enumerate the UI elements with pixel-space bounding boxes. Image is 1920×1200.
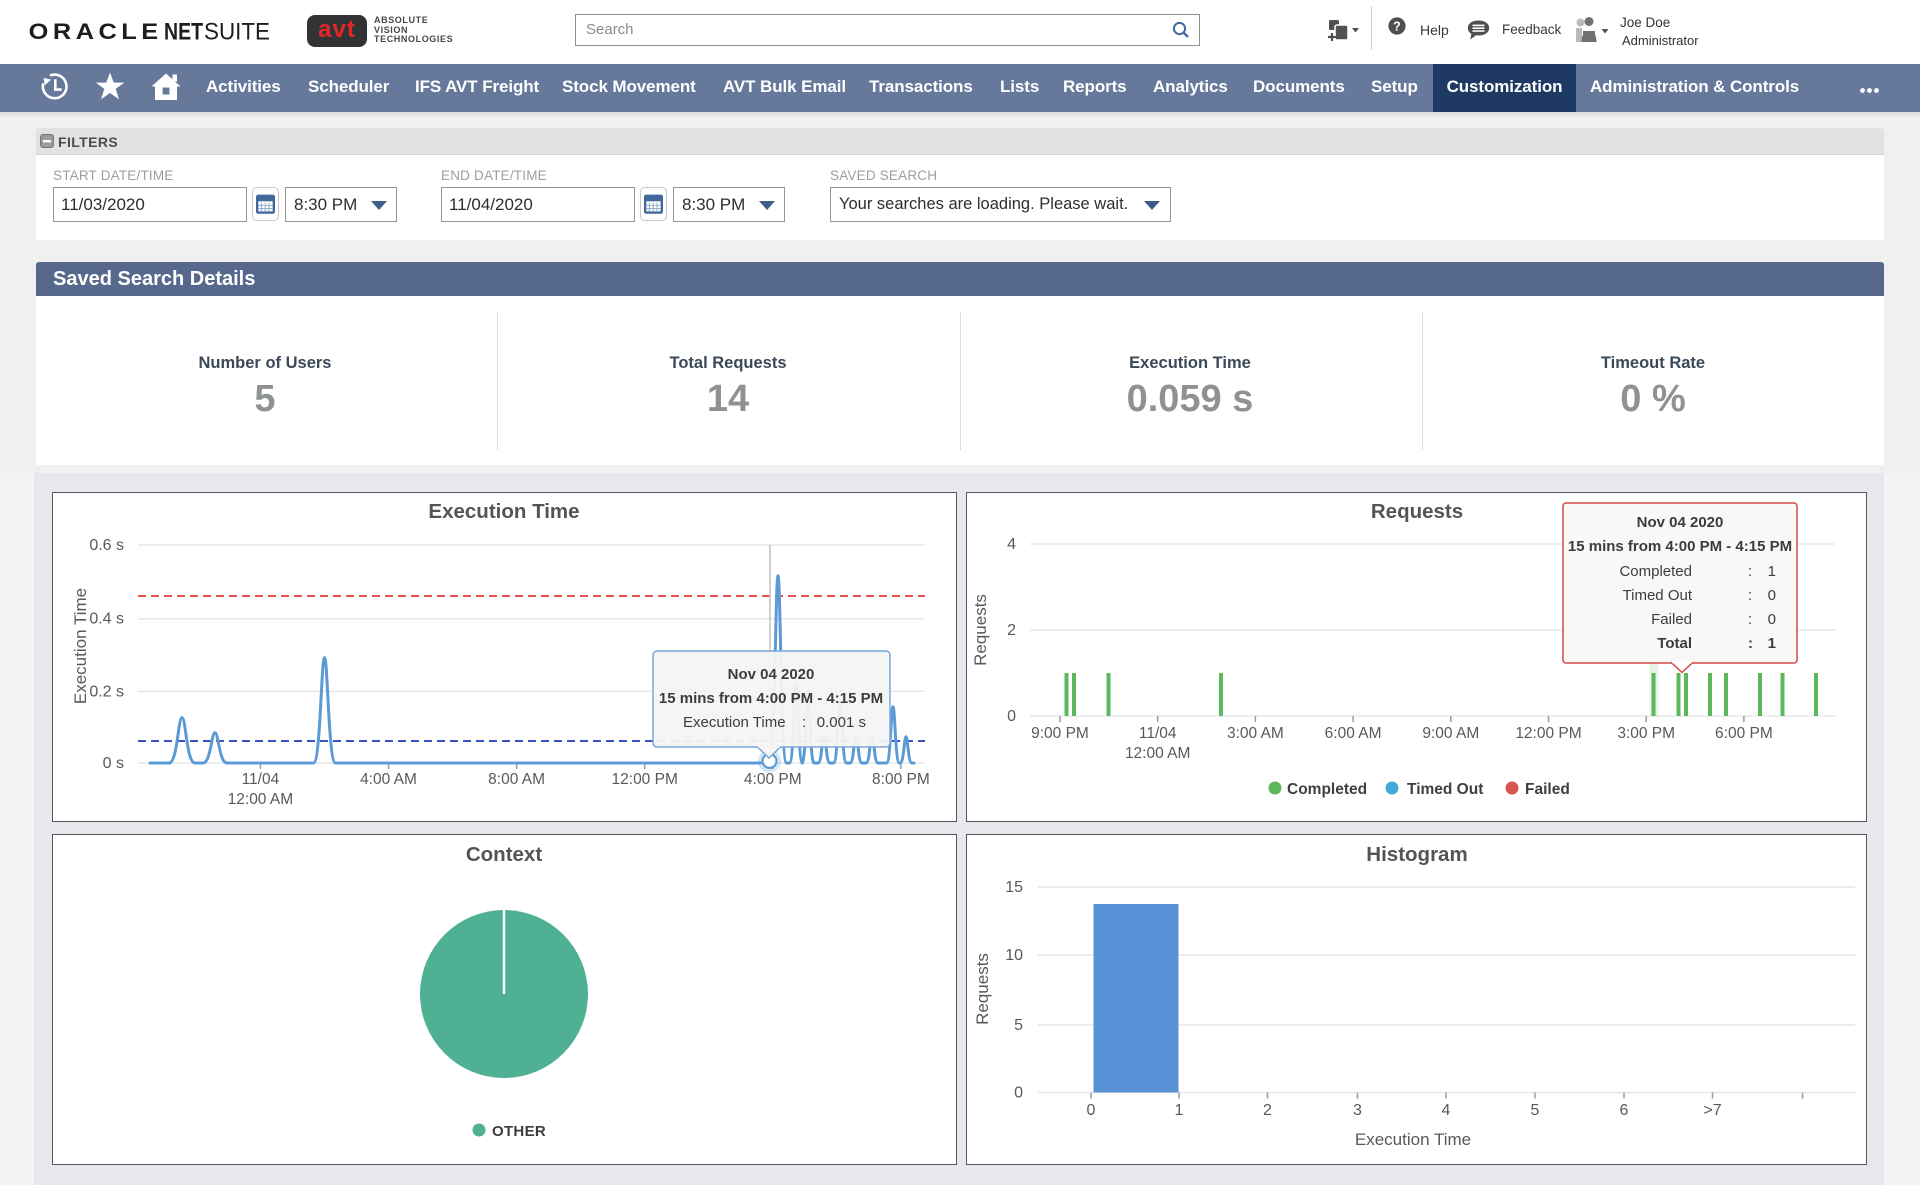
svg-text:11/04: 11/04 bbox=[1139, 725, 1177, 742]
svg-text:5: 5 bbox=[1014, 1017, 1023, 1034]
svg-text:0.6 s: 0.6 s bbox=[89, 537, 124, 554]
svg-text:3:00 AM: 3:00 AM bbox=[1227, 725, 1284, 742]
svg-text:Context: Context bbox=[466, 843, 542, 866]
svg-text::: : bbox=[1748, 611, 1752, 628]
svg-text:3: 3 bbox=[1353, 1102, 1362, 1119]
svg-text:0.001 s: 0.001 s bbox=[817, 714, 866, 731]
svg-text:0.2 s: 0.2 s bbox=[89, 683, 124, 700]
svg-text:15: 15 bbox=[1005, 879, 1023, 896]
svg-text:11/04: 11/04 bbox=[242, 771, 280, 788]
svg-text:1: 1 bbox=[1175, 1102, 1184, 1119]
svg-text:Failed: Failed bbox=[1525, 781, 1570, 798]
svg-text:>7: >7 bbox=[1703, 1102, 1721, 1119]
svg-text:5: 5 bbox=[1531, 1102, 1540, 1119]
svg-text:0: 0 bbox=[1087, 1102, 1096, 1119]
svg-text:OTHER: OTHER bbox=[492, 1123, 546, 1140]
svg-text:Nov 04 2020: Nov 04 2020 bbox=[728, 666, 815, 683]
svg-text:SUITE: SUITE bbox=[204, 18, 270, 45]
svg-text:Completed: Completed bbox=[1287, 781, 1367, 798]
svg-text::: : bbox=[1748, 563, 1752, 580]
svg-text:0 s: 0 s bbox=[103, 755, 124, 772]
svg-text:NET: NET bbox=[164, 18, 203, 45]
svg-text:6: 6 bbox=[1620, 1102, 1629, 1119]
svg-text:4:00 AM: 4:00 AM bbox=[360, 771, 417, 788]
svg-text:Execution Time: Execution Time bbox=[1355, 1130, 1471, 1149]
svg-text:Failed: Failed bbox=[1651, 611, 1692, 628]
svg-text:15 mins from 4:00 PM - 4:15 PM: 15 mins from 4:00 PM - 4:15 PM bbox=[659, 690, 883, 707]
svg-text:Histogram: Histogram bbox=[1366, 843, 1467, 866]
svg-text:0.4 s: 0.4 s bbox=[89, 611, 124, 628]
svg-text:9:00 PM: 9:00 PM bbox=[1031, 725, 1089, 742]
svg-text:1: 1 bbox=[1768, 563, 1776, 580]
svg-text:4: 4 bbox=[1442, 1102, 1451, 1119]
svg-text:12:00 PM: 12:00 PM bbox=[1515, 725, 1581, 742]
svg-text:8:00 AM: 8:00 AM bbox=[488, 771, 545, 788]
svg-text:12:00 PM: 12:00 PM bbox=[612, 771, 678, 788]
svg-text:6:00 AM: 6:00 AM bbox=[1325, 725, 1382, 742]
svg-text:9:00 AM: 9:00 AM bbox=[1422, 725, 1479, 742]
svg-text:Requests: Requests bbox=[971, 594, 990, 666]
svg-text:ORACLE: ORACLE bbox=[29, 19, 163, 44]
svg-text:0: 0 bbox=[1014, 1085, 1023, 1102]
svg-text:3:00 PM: 3:00 PM bbox=[1617, 725, 1675, 742]
svg-text:Requests: Requests bbox=[973, 953, 992, 1025]
svg-text:12:00 AM: 12:00 AM bbox=[228, 791, 294, 808]
svg-text:Requests: Requests bbox=[1371, 500, 1463, 523]
svg-text::: : bbox=[802, 714, 806, 731]
svg-text:6:00 PM: 6:00 PM bbox=[1715, 725, 1773, 742]
svg-text:2: 2 bbox=[1007, 622, 1016, 639]
svg-text:Execution Time: Execution Time bbox=[683, 714, 786, 731]
svg-text:?: ? bbox=[1393, 20, 1401, 34]
svg-text:Completed: Completed bbox=[1619, 563, 1692, 580]
svg-text:2: 2 bbox=[1263, 1102, 1272, 1119]
svg-text:Timed Out: Timed Out bbox=[1407, 781, 1483, 798]
svg-text:0: 0 bbox=[1768, 587, 1776, 604]
svg-text::: : bbox=[1748, 635, 1753, 652]
svg-text:10: 10 bbox=[1005, 947, 1023, 964]
svg-text:Execution Time: Execution Time bbox=[71, 588, 90, 704]
svg-text::: : bbox=[1748, 587, 1752, 604]
svg-text:15 mins from 4:00 PM - 4:15 PM: 15 mins from 4:00 PM - 4:15 PM bbox=[1568, 538, 1792, 555]
svg-text:0: 0 bbox=[1768, 611, 1776, 628]
svg-text:Execution Time: Execution Time bbox=[428, 500, 579, 523]
svg-text:Timed Out: Timed Out bbox=[1623, 587, 1693, 604]
svg-text:0: 0 bbox=[1007, 708, 1016, 725]
svg-text:12:00 AM: 12:00 AM bbox=[1125, 745, 1191, 762]
svg-text:4:00 PM: 4:00 PM bbox=[744, 771, 802, 788]
svg-text:Total: Total bbox=[1657, 635, 1692, 652]
svg-text:1: 1 bbox=[1768, 635, 1776, 652]
svg-text:4: 4 bbox=[1007, 536, 1016, 553]
svg-text:Nov 04 2020: Nov 04 2020 bbox=[1637, 514, 1724, 531]
svg-text:8:00 PM: 8:00 PM bbox=[872, 771, 930, 788]
